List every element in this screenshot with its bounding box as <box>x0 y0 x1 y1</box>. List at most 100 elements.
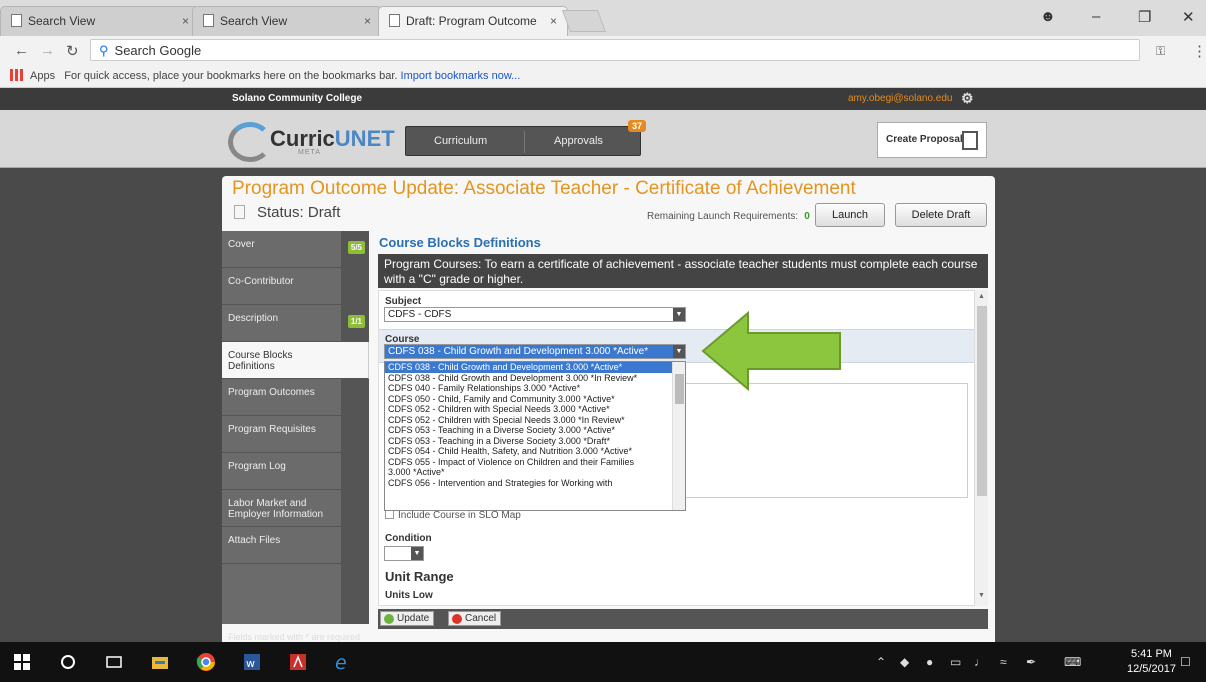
address-bar: ← → ↻ ⚲ Search Google ⚿ ⋮ <box>0 36 1206 64</box>
dropdown-option[interactable]: CDFS 053 - Teaching in a Diverse Society… <box>385 436 685 447</box>
section-sidebar: Cover 5/5 Co-Contributor Description 1/1 C… <box>222 231 369 624</box>
dropdown-option[interactable]: CDFS 054 - Child Health, Safety, and Nut… <box>385 446 685 457</box>
logo-subtext: META <box>298 149 321 156</box>
omnibox[interactable]: ⚲ Search Google <box>90 39 1140 61</box>
course-dropdown-list[interactable]: CDFS 038 - Child Growth and Development … <box>384 361 686 511</box>
apps-icon[interactable] <box>10 69 24 81</box>
form-scrollbar[interactable]: ▲ ▼ <box>974 290 988 606</box>
key-icon[interactable]: ⚿ <box>1156 44 1165 59</box>
section-heading: Course Blocks Definitions <box>379 235 541 250</box>
word-icon[interactable]: w <box>242 652 262 672</box>
dropdown-option[interactable]: CDFS 052 - Children with Special Needs 3… <box>385 415 685 426</box>
task-view-icon[interactable] <box>104 652 124 672</box>
checkbox[interactable] <box>385 510 394 519</box>
bookmarks-bar: Apps For quick access, place your bookma… <box>0 64 1206 88</box>
scroll-thumb[interactable] <box>977 306 987 496</box>
new-tab-button[interactable] <box>561 10 607 32</box>
site-top-bar: Solano Community College amy.obegi@solan… <box>0 88 1206 110</box>
main-nav: Curriculum Approvals <box>405 126 641 156</box>
reload-icon[interactable]: ↻ <box>66 42 79 60</box>
condition-select[interactable]: ▼ <box>384 546 424 561</box>
wifi-icon[interactable]: ≈ <box>1000 655 1007 669</box>
search-icon[interactable] <box>58 652 78 672</box>
course-select[interactable]: CDFS 038 - Child Growth and Development … <box>384 344 686 359</box>
sidebar-item-program-requisites[interactable]: Program Requisites <box>222 416 369 453</box>
back-icon[interactable]: ← <box>14 42 29 59</box>
volume-icon[interactable]: ♩ <box>974 655 986 669</box>
dropdown-option[interactable]: CDFS 050 - Child, Family and Community 3… <box>385 394 685 405</box>
scroll-up-icon[interactable]: ▲ <box>978 293 985 300</box>
scroll-thumb[interactable] <box>675 374 684 404</box>
chevron-down-icon: ▼ <box>411 547 423 560</box>
browser-tab[interactable]: Search View × <box>192 6 382 36</box>
sidebar-item-program-outcomes[interactable]: Program Outcomes <box>222 379 369 416</box>
restore-icon[interactable]: ❐ <box>1138 8 1151 26</box>
update-button[interactable]: Update <box>380 611 435 626</box>
user-email[interactable]: amy.obegi@solano.edu <box>848 93 952 104</box>
close-icon[interactable]: × <box>550 14 557 28</box>
sidebar-filler <box>222 564 369 624</box>
network-icon[interactable]: ● <box>926 655 933 669</box>
close-icon[interactable]: × <box>182 14 189 28</box>
close-window-icon[interactable]: ✕ <box>1182 8 1195 26</box>
forward-icon[interactable]: → <box>40 42 55 59</box>
dropdown-option[interactable]: CDFS 052 - Children with Special Needs 3… <box>385 404 685 415</box>
pen-icon[interactable]: ✒ <box>1026 655 1036 669</box>
instructions-bar: Program Courses: To earn a certificate o… <box>378 254 988 288</box>
browser-tab[interactable]: Search View × <box>0 6 200 36</box>
completion-badge: 1/1 <box>347 315 365 328</box>
required-fields-note: Fields marked with * are required <box>228 632 361 642</box>
notes-textarea[interactable] <box>643 383 968 498</box>
browser-tab-active[interactable]: Draft: Program Outcome × <box>378 6 568 36</box>
file-explorer-icon[interactable] <box>150 652 170 672</box>
chevron-down-icon: ▼ <box>673 345 685 358</box>
dropdown-option[interactable]: CDFS 038 - Child Growth and Development … <box>385 373 685 384</box>
cancel-button[interactable]: Cancel <box>448 611 502 626</box>
dropdown-option[interactable]: CDFS 053 - Teaching in a Diverse Society… <box>385 425 685 436</box>
page-icon <box>11 14 22 27</box>
dropdown-scrollbar[interactable] <box>672 362 685 510</box>
sidebar-item-course-blocks[interactable]: Course Blocks Definitions <box>222 342 369 379</box>
apps-label[interactable]: Apps <box>30 70 55 82</box>
include-slo-checkbox[interactable]: Include Course in SLO Map <box>385 510 521 521</box>
sidebar-item-cover[interactable]: Cover 5/5 <box>222 231 369 268</box>
sidebar-item-co-contributor[interactable]: Co-Contributor <box>222 268 369 305</box>
launch-button[interactable]: Launch <box>815 203 885 227</box>
nav-curriculum[interactable]: Curriculum <box>434 135 487 147</box>
chrome-icon[interactable] <box>196 652 216 672</box>
dropdown-option[interactable]: CDFS 055 - Impact of Violence on Childre… <box>385 457 685 468</box>
acrobat-icon[interactable] <box>288 652 308 672</box>
menu-icon[interactable]: ⋮ <box>1192 42 1206 60</box>
notifications-icon[interactable]: ☐ <box>1180 655 1191 669</box>
curricunet-logo[interactable]: CurricUNET META <box>228 118 395 162</box>
dropdown-option[interactable]: CDFS 040 - Family Relationships 3.000 *A… <box>385 383 685 394</box>
sidebar-item-labor-market[interactable]: Labor Market and Employer Information <box>222 490 369 527</box>
nav-approvals[interactable]: Approvals <box>554 135 603 147</box>
gear-icon[interactable]: ⚙ <box>961 90 974 107</box>
sidebar-item-program-log[interactable]: Program Log <box>222 453 369 490</box>
edge-icon[interactable]: e <box>334 652 354 672</box>
taskbar-clock[interactable]: 5:41 PM 12/5/2017 <box>1127 647 1176 677</box>
dropdown-option[interactable]: CDFS 038 - Child Growth and Development … <box>385 362 685 373</box>
windows-start-icon[interactable] <box>12 652 32 672</box>
battery-icon[interactable]: ▭ <box>950 655 961 669</box>
scroll-down-icon[interactable]: ▼ <box>978 592 985 599</box>
document-icon <box>234 205 245 219</box>
dropdown-option[interactable]: CDFS 056 - Intervention and Strategies f… <box>385 478 685 489</box>
sidebar-item-description[interactable]: Description 1/1 <box>222 305 369 342</box>
remaining-requirements: Remaining Launch Requirements: 0 <box>647 211 810 222</box>
sidebar-item-attach-files[interactable]: Attach Files <box>222 527 369 564</box>
keyboard-icon[interactable]: ⌨ <box>1064 655 1081 669</box>
tray-chevron-icon[interactable]: ⌃ <box>876 655 886 669</box>
subject-select[interactable]: CDFS - CDFS ▼ <box>384 307 686 322</box>
import-bookmarks-link[interactable]: Import bookmarks now... <box>401 70 521 82</box>
minimize-icon[interactable]: – <box>1092 8 1100 25</box>
create-proposal-button[interactable]: Create Proposal <box>877 122 987 158</box>
profile-icon[interactable]: ☻ <box>1040 8 1056 25</box>
dropdown-option[interactable]: 3.000 *Active* <box>385 467 685 478</box>
close-icon[interactable]: × <box>364 14 371 28</box>
delete-draft-button[interactable]: Delete Draft <box>895 203 987 227</box>
shield-icon[interactable]: ◆ <box>900 655 909 669</box>
new-document-icon <box>962 131 978 150</box>
page-icon <box>203 14 214 27</box>
